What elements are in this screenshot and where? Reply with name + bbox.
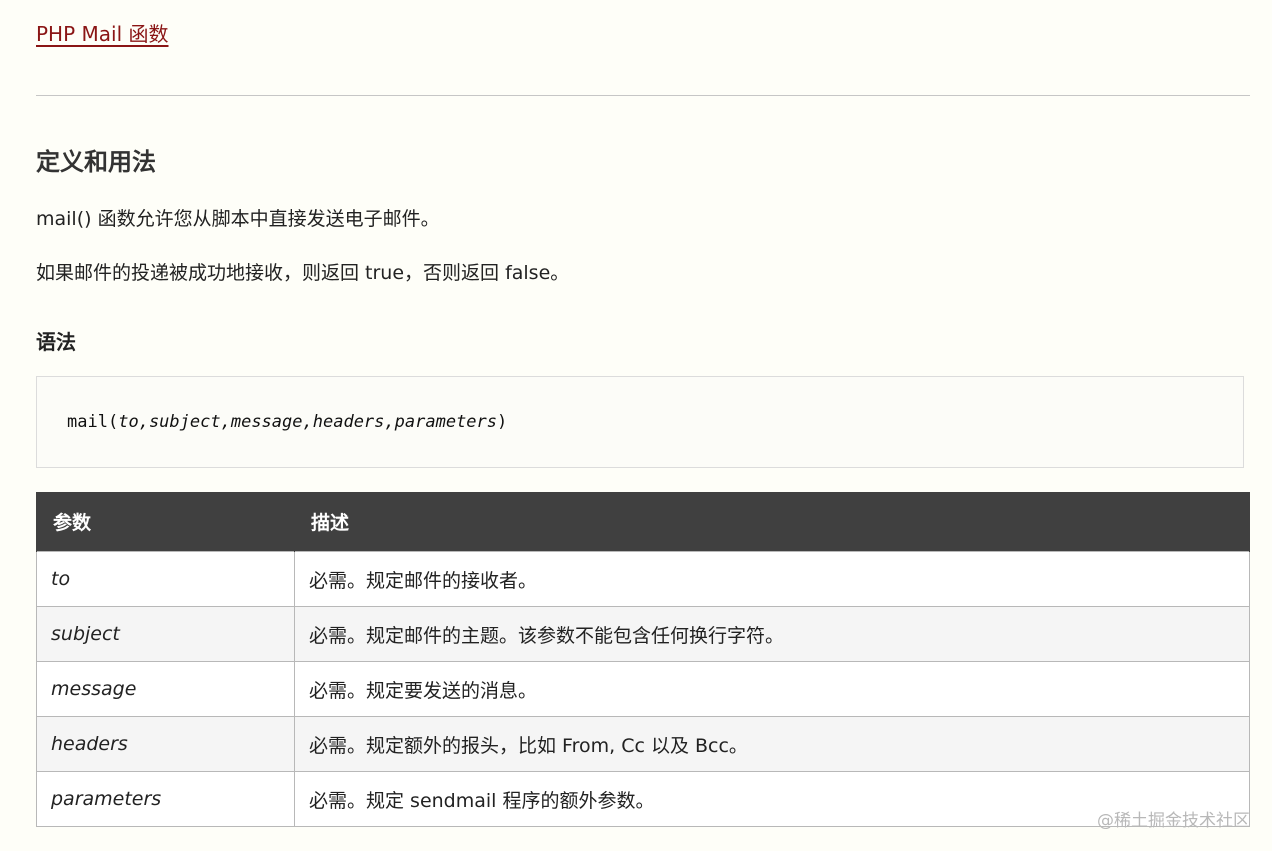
header-parameter: 参数 [36, 492, 295, 552]
syntax-heading: 语法 [36, 330, 76, 354]
watermark: @稀土掘金技术社区 [1097, 811, 1250, 831]
code-arg-message: message [230, 412, 303, 432]
code-sep: , [302, 412, 313, 432]
header-description: 描述 [294, 492, 1250, 552]
definition-paragraph-2: 如果邮件的投递被成功地接收，则返回 true，否则返回 false。 [36, 262, 570, 284]
code-sep: , [220, 412, 231, 432]
table-row: headers 必需。规定额外的报头，比如 From, Cc 以及 Bcc。 [36, 716, 1250, 772]
param-description: 必需。规定邮件的主题。该参数不能包含任何换行字符。 [294, 606, 1250, 662]
syntax-code: mail(to,subject,message,headers,paramete… [67, 412, 507, 432]
definition-paragraph-1: mail() 函数允许您从脚本中直接发送电子邮件。 [36, 208, 440, 230]
table-row: subject 必需。规定邮件的主题。该参数不能包含任何换行字符。 [36, 606, 1250, 662]
table-row: to 必需。规定邮件的接收者。 [36, 551, 1250, 607]
php-mail-link[interactable]: PHP Mail 函数 [36, 18, 169, 47]
table-row: parameters 必需。规定 sendmail 程序的额外参数。 [36, 771, 1250, 827]
parameters-table: 参数 描述 to 必需。规定邮件的接收者。 subject 必需。规定邮件的主题… [36, 492, 1250, 827]
param-description: 必需。规定邮件的接收者。 [294, 551, 1250, 607]
code-close-paren: ) [497, 412, 508, 432]
param-description: 必需。规定额外的报头，比如 From, Cc 以及 Bcc。 [294, 716, 1250, 772]
code-arg-parameters: parameters [394, 412, 498, 432]
param-description: 必需。规定要发送的消息。 [294, 661, 1250, 717]
code-arg-to: to [118, 412, 139, 432]
param-name: to [36, 551, 295, 607]
code-arg-subject: subject [148, 412, 221, 432]
syntax-code-block: mail(to,subject,message,headers,paramete… [36, 376, 1244, 468]
code-function-name: mail [67, 412, 108, 432]
code-open-paren: ( [107, 412, 119, 432]
param-name: headers [36, 716, 295, 772]
table-header-row: 参数 描述 [36, 492, 1250, 552]
definition-heading: 定义和用法 [36, 148, 156, 176]
param-name: message [36, 661, 295, 717]
horizontal-divider [36, 95, 1250, 96]
param-name: subject [36, 606, 295, 662]
page: PHP Mail 函数 定义和用法 mail() 函数允许您从脚本中直接发送电子… [0, 0, 1272, 851]
table-row: message 必需。规定要发送的消息。 [36, 661, 1250, 717]
code-sep: , [138, 412, 149, 432]
code-arg-headers: headers [312, 412, 385, 432]
code-sep: , [384, 412, 395, 432]
param-name: parameters [36, 771, 295, 827]
